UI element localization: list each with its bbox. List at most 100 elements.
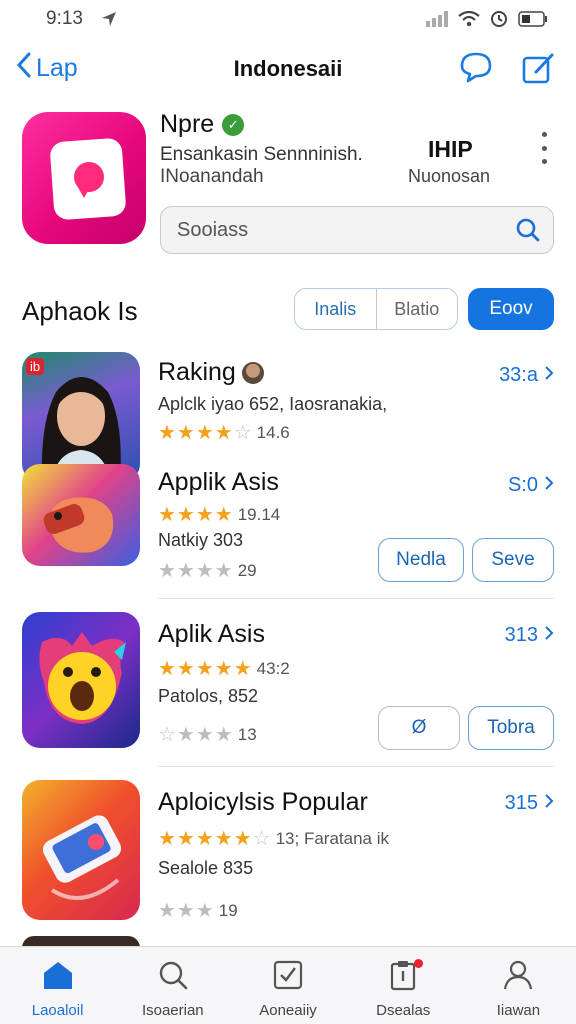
app-logo — [22, 112, 146, 244]
search-placeholder: Sooiass — [177, 219, 249, 241]
profile-name: Npre — [160, 110, 215, 138]
app-price[interactable]: 33:a — [499, 364, 554, 387]
signal-icon — [426, 11, 448, 32]
profile-code: IHIP — [428, 136, 473, 162]
app-price[interactable]: S:0 — [508, 474, 554, 497]
app-thumbnail — [22, 780, 140, 920]
app-name: Applik Asis — [158, 468, 279, 496]
divider — [158, 598, 554, 599]
tab-label: Isoaerian — [141, 1002, 204, 1019]
price-label: 315 — [504, 792, 538, 814]
save-button[interactable]: Seve — [472, 538, 554, 582]
secondary-rating-row: ★★★★ 29 — [158, 558, 257, 583]
app-thumbnail — [22, 464, 140, 566]
app-name-row: Raking — [158, 358, 264, 387]
profile-subtitle-2: INoanandah — [160, 166, 264, 187]
tab-profile[interactable]: Iiawan — [461, 947, 576, 1024]
divider — [158, 766, 554, 767]
price-label: 33:a — [499, 364, 538, 386]
list-item[interactable]: ib Raking 33:a Aplclk iyao 652, Iaosrana… — [0, 350, 576, 482]
status-time: 9:13 — [46, 8, 83, 29]
tab-search[interactable]: Isoaerian — [115, 947, 230, 1024]
app-description: Natkiy 303 — [158, 530, 244, 550]
app-name: Aplik Asis — [158, 620, 265, 648]
rating-count: 13 — [237, 724, 257, 744]
app-description: Sealole 835 — [158, 858, 254, 878]
rating-stars: ★★★★★☆ — [158, 828, 272, 850]
rating-row: ★★★★ 19.14 — [158, 502, 280, 527]
tab-clipboard[interactable]: Dsealas — [346, 947, 461, 1024]
task-icon — [271, 959, 305, 996]
rating-stars: ★★★ — [158, 900, 215, 922]
segment-right[interactable]: Blatio — [375, 289, 458, 329]
navigation-bar: Lap Indonesaii — [0, 44, 576, 94]
alarm-icon — [490, 10, 508, 33]
app-thumbnail — [22, 612, 140, 748]
primary-button[interactable]: Eoov — [468, 288, 554, 330]
person-icon — [501, 959, 535, 996]
app-price[interactable]: 313 — [505, 624, 554, 647]
tab-home[interactable]: Laoaloil — [0, 947, 115, 1024]
app-price[interactable]: 315 — [505, 792, 554, 815]
secondary-rating-row: ☆★★★ 13 — [158, 722, 257, 747]
wifi-icon — [458, 10, 480, 32]
verified-badge-icon: ✓ — [222, 113, 245, 136]
profile-subtitle: Ensankasin Sennninish. — [160, 144, 363, 165]
avatar-icon — [241, 361, 264, 384]
tab-tasks[interactable]: Aoneaiiy — [230, 947, 345, 1024]
location-arrow-icon — [100, 10, 118, 33]
chevron-right-icon — [544, 474, 554, 497]
tab-label: Dsealas — [376, 1002, 431, 1019]
rating-count: 14.6 — [256, 422, 290, 442]
app-description: Aplclk iyao 652, Iaosranakia, — [158, 394, 388, 414]
list-item[interactable]: Aplik Asis 313 ★★★★★ 43:2 Patolos, 852 ☆… — [0, 610, 576, 760]
more-options-icon[interactable] — [536, 132, 552, 164]
compose-icon[interactable] — [520, 50, 556, 91]
action-button[interactable]: Tobra — [468, 706, 554, 750]
list-item[interactable]: Applik Asis S:0 ★★★★ 19.14 Natkiy 303 ★★… — [0, 462, 576, 592]
profile-header: Npre ✓ Ensankasin Sennninish. INoanandah… — [0, 100, 576, 270]
rating-count: 19.14 — [237, 504, 281, 524]
search-input[interactable]: Sooiass — [160, 206, 554, 254]
rating-stars: ★★★★ — [158, 560, 234, 582]
action-button[interactable]: Nedla — [378, 538, 464, 582]
segment-left[interactable]: Inalis — [295, 289, 376, 329]
home-icon — [41, 959, 75, 996]
tab-bar: Laoaloil Isoaerian Aoneaiiy Dsealas Iiaw… — [0, 946, 576, 1024]
rating-stars: ☆★★★ — [158, 724, 234, 746]
rating-stars: ★★★★ — [158, 504, 234, 526]
section-header: Aphaok Is Inalis Blatio Eoov — [0, 282, 576, 338]
status-bar: 9:13 — [0, 0, 576, 40]
rating-count: 43:2 — [256, 658, 290, 678]
secondary-rating-row: ★★★ 19 — [158, 898, 238, 923]
app-name: Aploicylsis Popular — [158, 788, 368, 816]
list-item[interactable]: Aploicylsis Popular 315 ★★★★★☆ 13; Farat… — [0, 778, 576, 928]
segmented-control: Inalis Blatio — [294, 288, 458, 330]
rating-row: ★★★★★☆ 13; Faratana ik — [158, 826, 389, 851]
rating-stars: ★★★★★ — [158, 658, 253, 680]
search-icon — [156, 959, 190, 996]
block-button[interactable]: Ø — [378, 706, 460, 750]
thumbnail-badge: ib — [26, 358, 45, 375]
app-name: Raking — [158, 358, 236, 386]
rating-row: ★★★★☆ 14.6 — [158, 420, 290, 445]
chat-bubble-icon[interactable] — [458, 50, 494, 89]
tab-label: Iiawan — [496, 1002, 541, 1019]
price-label: 313 — [504, 624, 538, 646]
profile-name-row: Npre ✓ — [160, 110, 245, 139]
notification-dot — [413, 959, 423, 968]
tab-label: Laoaloil — [31, 1002, 84, 1019]
chevron-right-icon — [544, 792, 554, 815]
rating-row: ★★★★★ 43:2 — [158, 656, 290, 681]
rating-count: 29 — [237, 560, 257, 580]
tab-label: Aoneaiiy — [259, 1002, 317, 1019]
rating-count: 13; Faratana ik — [275, 828, 389, 848]
app-description: Patolos, 852 — [158, 686, 259, 706]
search-icon[interactable] — [515, 217, 541, 248]
chevron-right-icon — [544, 624, 554, 647]
profile-code-sub: Nuonosan — [408, 166, 491, 186]
rating-stars: ★★★★☆ — [158, 422, 253, 444]
battery-icon — [518, 11, 548, 32]
section-title: Aphaok Is — [22, 296, 138, 326]
rating-count: 19 — [218, 900, 238, 920]
